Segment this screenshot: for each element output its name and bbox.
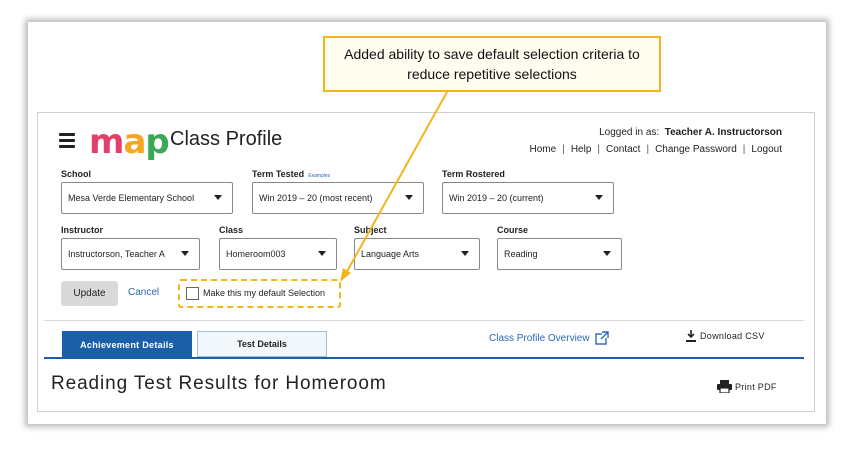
term-tested-select[interactable]: Win 2019 – 20 (most recent) — [252, 182, 424, 214]
map-logo: map — [89, 122, 170, 162]
callout-text: Added ability to save default selection … — [344, 46, 640, 82]
download-icon — [686, 330, 696, 342]
top-nav: Home | Help | Contact | Change Password | Lo… — [529, 144, 782, 155]
subject-select[interactable]: Language Arts — [354, 238, 480, 270]
divider — [44, 320, 804, 321]
term-rostered-select[interactable]: Win 2019 – 20 (current) — [442, 182, 614, 214]
course-value: Reading — [504, 249, 538, 259]
default-selection-label: Make this my default Selection — [203, 288, 326, 298]
examples-link[interactable]: Examples — [308, 173, 330, 179]
class-profile-overview-link[interactable]: Class Profile Overview — [489, 331, 609, 345]
download-csv-button[interactable]: Download CSV — [686, 330, 765, 342]
caret-down-icon — [405, 195, 413, 200]
hamburger-icon[interactable] — [59, 133, 75, 148]
nav-help[interactable]: Help — [571, 144, 592, 155]
class-label: Class — [219, 225, 244, 235]
nav-change-password[interactable]: Change Password — [655, 144, 737, 155]
logged-in-label: Logged in as: — [599, 127, 660, 138]
term-rostered-value: Win 2019 – 20 (current) — [449, 193, 544, 203]
nav-logout[interactable]: Logout — [751, 144, 782, 155]
course-select[interactable]: Reading — [497, 238, 622, 270]
term-tested-value: Win 2019 – 20 (most recent) — [259, 193, 373, 203]
caret-down-icon — [214, 195, 222, 200]
tab-test-details[interactable]: Test Details — [197, 331, 327, 357]
overview-label: Class Profile Overview — [489, 332, 590, 344]
results-title: Reading Test Results for Homeroom — [51, 373, 387, 394]
callout-box: Added ability to save default selection … — [323, 36, 661, 92]
nav-contact[interactable]: Contact — [606, 144, 640, 155]
default-selection-checkbox[interactable] — [186, 287, 199, 300]
print-label: Print PDF — [735, 381, 777, 392]
nav-home[interactable]: Home — [530, 144, 557, 155]
class-value: Homeroom003 — [226, 249, 286, 259]
instructor-value: Instructorson, Teacher A — [68, 249, 165, 259]
tab-achievement-details[interactable]: Achievement Details — [62, 331, 192, 358]
print-pdf-button[interactable]: Print PDF — [717, 380, 777, 393]
external-link-icon — [594, 331, 609, 345]
instructor-label: Instructor — [61, 225, 104, 235]
caret-down-icon — [181, 251, 189, 256]
app-title: Class Profile — [170, 128, 283, 150]
caret-down-icon — [595, 195, 603, 200]
update-button[interactable]: Update — [61, 281, 118, 306]
printer-icon — [717, 380, 732, 393]
caret-down-icon — [318, 251, 326, 256]
instructor-select[interactable]: Instructorson, Teacher A — [61, 238, 200, 270]
subject-value: Language Arts — [361, 249, 420, 259]
term-rostered-label: Term Rostered — [442, 169, 505, 179]
cancel-link[interactable]: Cancel — [128, 287, 159, 298]
subject-label: Subject — [354, 225, 387, 235]
class-select[interactable]: Homeroom003 — [219, 238, 337, 270]
tab-underline — [44, 357, 804, 359]
term-tested-label: Term Tested Examples — [252, 169, 331, 179]
caret-down-icon — [603, 251, 611, 256]
login-status: Logged in as: Teacher A. Instructorson — [599, 127, 782, 138]
school-select[interactable]: Mesa Verde Elementary School — [61, 182, 233, 214]
course-label: Course — [497, 225, 529, 235]
school-value: Mesa Verde Elementary School — [68, 193, 195, 203]
caret-down-icon — [461, 251, 469, 256]
school-label: School — [61, 169, 92, 179]
user-name: Teacher A. Instructorson — [664, 127, 782, 138]
download-label: Download CSV — [700, 331, 765, 341]
